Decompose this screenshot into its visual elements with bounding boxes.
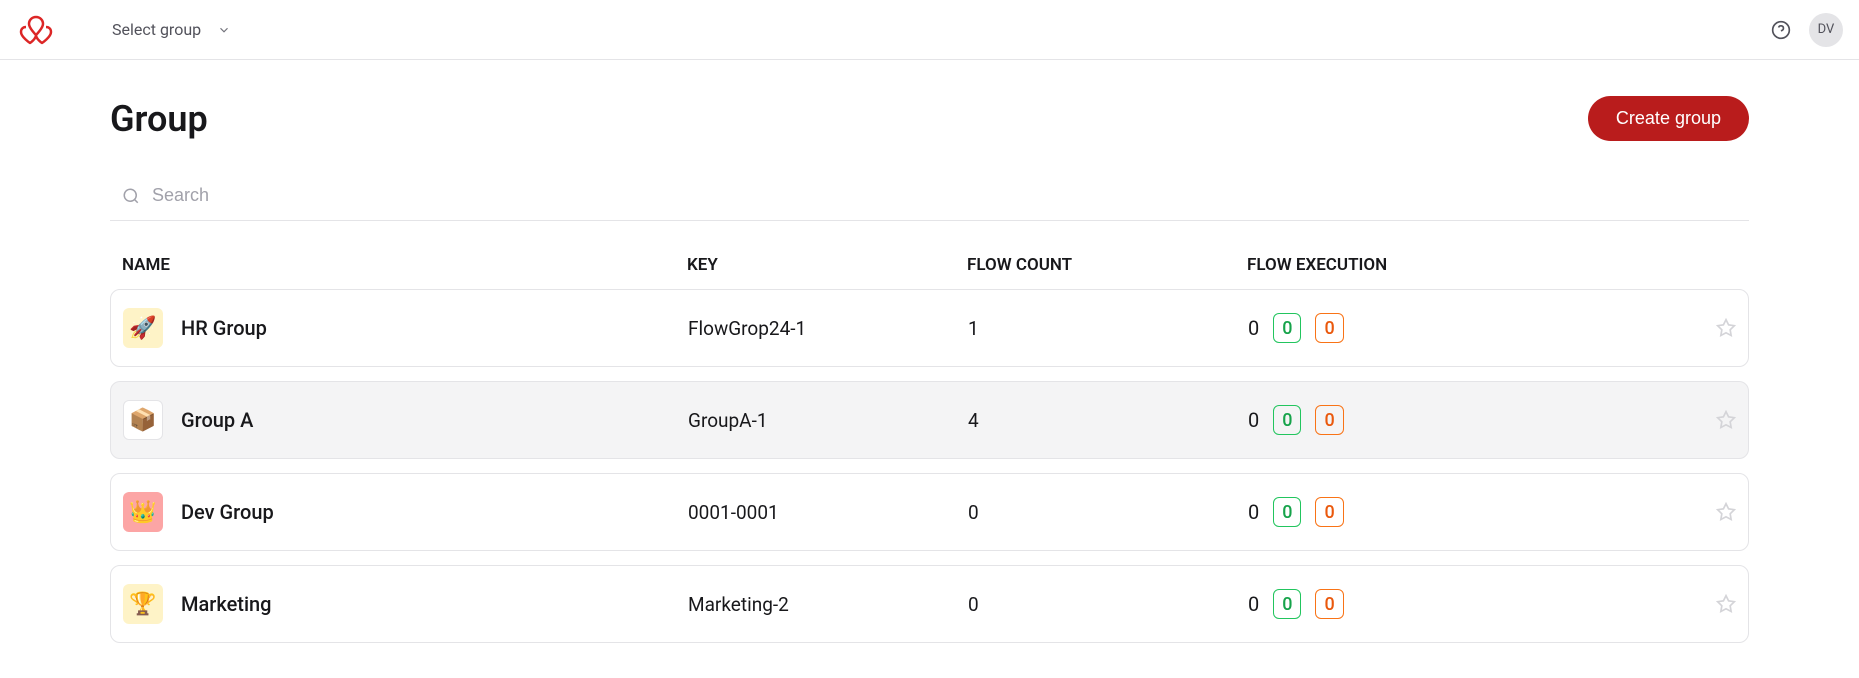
star-cell [1676, 594, 1736, 614]
exec-fail-badge: 0 [1315, 497, 1343, 527]
star-cell [1676, 502, 1736, 522]
col-flow-execution: FLOW EXECUTION [1247, 255, 1677, 275]
flow-count: 4 [968, 409, 1248, 432]
search-icon [122, 187, 140, 205]
flow-execution: 000 [1248, 313, 1676, 343]
select-group-dropdown[interactable]: Select group [112, 20, 231, 39]
page-title: Group [110, 98, 208, 140]
avatar-initials: DV [1818, 22, 1835, 37]
flow-count: 0 [968, 593, 1248, 616]
table-row[interactable]: 🏆MarketingMarketing-20000 [110, 565, 1749, 643]
group-name: HR Group [181, 316, 267, 340]
create-group-button[interactable]: Create group [1588, 96, 1749, 141]
exec-fail-badge: 0 [1315, 405, 1343, 435]
title-row: Group Create group [110, 96, 1749, 141]
logo-icon [18, 15, 54, 45]
exec-fail-badge: 0 [1315, 589, 1343, 619]
main-content: Group Create group NAME KEY FLOW COUNT F… [0, 60, 1859, 643]
exec-success-badge: 0 [1273, 497, 1301, 527]
star-icon[interactable] [1716, 410, 1736, 430]
name-cell: 👑 Dev Group [123, 492, 688, 532]
exec-success-badge: 0 [1273, 589, 1301, 619]
group-key: GroupA-1 [688, 409, 968, 432]
flow-execution: 000 [1248, 589, 1676, 619]
exec-success-badge: 0 [1273, 405, 1301, 435]
name-cell: 🚀 HR Group [123, 308, 688, 348]
star-cell [1676, 410, 1736, 430]
group-key: 0001-0001 [688, 501, 968, 524]
exec-total: 0 [1248, 408, 1259, 432]
user-avatar[interactable]: DV [1809, 13, 1843, 47]
search-input[interactable] [152, 185, 552, 206]
star-icon[interactable] [1716, 594, 1736, 614]
table-row[interactable]: 🚀HR GroupFlowGrop24-11000 [110, 289, 1749, 367]
help-button[interactable] [1769, 18, 1793, 42]
group-icon: 🏆 [123, 584, 163, 624]
flow-execution: 000 [1248, 497, 1676, 527]
star-icon[interactable] [1716, 502, 1736, 522]
app-header: Select group DV [0, 0, 1859, 60]
table-header: NAME KEY FLOW COUNT FLOW EXECUTION [110, 241, 1749, 289]
col-flow-count: FLOW COUNT [967, 255, 1247, 275]
star-icon[interactable] [1716, 318, 1736, 338]
exec-total: 0 [1248, 316, 1259, 340]
exec-fail-badge: 0 [1315, 313, 1343, 343]
group-name: Group A [181, 408, 253, 432]
group-icon: 👑 [123, 492, 163, 532]
search-bar [110, 177, 1749, 221]
exec-total: 0 [1248, 592, 1259, 616]
flow-count: 1 [968, 317, 1248, 340]
chevron-down-icon [217, 23, 231, 37]
group-key: FlowGrop24-1 [688, 317, 968, 340]
col-name: NAME [122, 255, 687, 275]
table-row[interactable]: 📦Group AGroupA-14000 [110, 381, 1749, 459]
col-key: KEY [687, 255, 967, 275]
select-group-label: Select group [112, 20, 201, 39]
group-name: Marketing [181, 592, 272, 616]
exec-total: 0 [1248, 500, 1259, 524]
name-cell: 📦 Group A [123, 400, 688, 440]
table-body: 🚀HR GroupFlowGrop24-11000📦Group AGroupA-… [110, 289, 1749, 643]
table-row[interactable]: 👑Dev Group0001-00010000 [110, 473, 1749, 551]
flow-execution: 000 [1248, 405, 1676, 435]
app-logo[interactable] [16, 10, 56, 50]
flow-count: 0 [968, 501, 1248, 524]
group-name: Dev Group [181, 500, 274, 524]
question-icon [1771, 20, 1791, 40]
group-key: Marketing-2 [688, 593, 968, 616]
star-cell [1676, 318, 1736, 338]
group-icon: 🚀 [123, 308, 163, 348]
group-icon: 📦 [123, 400, 163, 440]
exec-success-badge: 0 [1273, 313, 1301, 343]
name-cell: 🏆 Marketing [123, 584, 688, 624]
